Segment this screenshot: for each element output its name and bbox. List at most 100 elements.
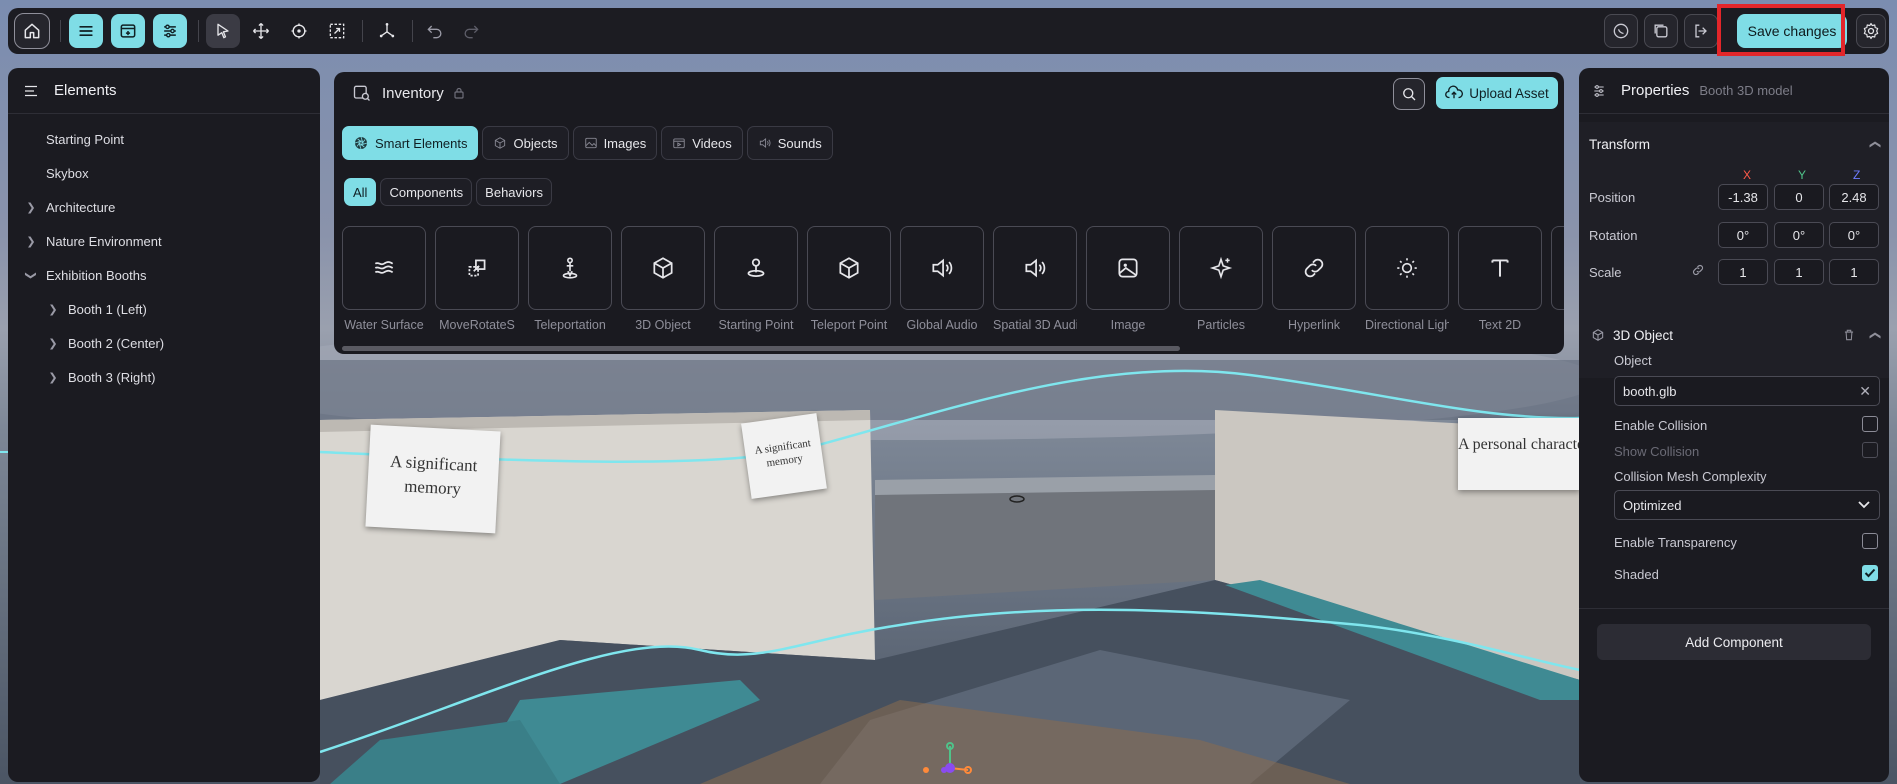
filter-behaviors[interactable]: Behaviors xyxy=(476,178,552,206)
tile-global-audio[interactable] xyxy=(900,226,984,310)
tab-smart-elements[interactable]: Smart Elements xyxy=(342,126,479,160)
redo-button[interactable] xyxy=(454,14,488,48)
save-changes-button[interactable]: Save changes xyxy=(1737,14,1847,48)
tree-item-booth-1[interactable]: ❯ Booth 1 (Left) xyxy=(8,292,320,326)
tile-water-surface[interactable] xyxy=(342,226,426,310)
tile-3d-object[interactable] xyxy=(621,226,705,310)
undo-button[interactable] xyxy=(418,14,452,48)
trash-icon[interactable] xyxy=(1842,328,1856,342)
inventory-search-button[interactable] xyxy=(1393,78,1425,110)
home-button[interactable] xyxy=(14,13,50,49)
filter-all[interactable]: All xyxy=(344,178,377,206)
tab-images[interactable]: Images xyxy=(572,126,658,160)
properties-toggle-button[interactable] xyxy=(153,14,187,48)
tile-label: Particles xyxy=(1197,318,1245,332)
select-tool-button[interactable] xyxy=(206,14,240,48)
transform-gizmo[interactable] xyxy=(920,738,980,784)
tree-item-booth-2[interactable]: ❯ Booth 2 (Center) xyxy=(8,326,320,360)
chevron-up-icon[interactable]: ❯ xyxy=(1868,139,1881,148)
tab-videos[interactable]: Videos xyxy=(661,126,743,160)
tile-label: Water Surface xyxy=(344,318,424,332)
tree-item-architecture[interactable]: ❯ Architecture xyxy=(8,190,320,224)
chevron-right-icon[interactable]: ❯ xyxy=(46,371,60,384)
tab-sounds[interactable]: Sounds xyxy=(746,126,833,160)
tree-item-exhibition-booths[interactable]: ❯ Exhibition Booths xyxy=(8,258,320,292)
scale-tool-button[interactable] xyxy=(320,14,354,48)
scale-z-input[interactable]: 1 xyxy=(1829,259,1879,285)
exit-button[interactable] xyxy=(1684,14,1718,48)
tile-label: Starting Point xyxy=(718,318,794,332)
rotation-z-input[interactable]: 0° xyxy=(1829,222,1879,248)
speaker-icon xyxy=(758,136,772,150)
rotate-tool-button[interactable] xyxy=(282,14,316,48)
inventory-toggle-button[interactable] xyxy=(111,14,145,48)
tree-item-label: Starting Point xyxy=(46,131,125,147)
tile-label: Teleportation xyxy=(534,318,606,332)
enable-transparency-label: Enable Transparency xyxy=(1614,535,1737,550)
tile-more[interactable] xyxy=(1551,226,1564,310)
chevron-down-icon[interactable]: ❯ xyxy=(25,268,38,282)
text-icon xyxy=(1491,259,1509,277)
scale-y-input[interactable]: 1 xyxy=(1774,259,1824,285)
chevron-right-icon[interactable]: ❯ xyxy=(46,303,60,316)
link-icon[interactable] xyxy=(1691,263,1705,277)
filter-components[interactable]: Components xyxy=(380,178,473,206)
position-x-input[interactable]: -1.38 xyxy=(1718,184,1768,210)
object-file-field[interactable]: booth.glb ✕ xyxy=(1614,376,1880,406)
enable-collision-checkbox[interactable] xyxy=(1862,416,1878,432)
duplicate-button[interactable] xyxy=(1644,14,1678,48)
chevron-right-icon[interactable]: ❯ xyxy=(24,235,38,248)
tile-directional-light[interactable] xyxy=(1365,226,1449,310)
add-component-button[interactable]: Add Component xyxy=(1597,624,1871,660)
shaded-checkbox[interactable] xyxy=(1862,565,1878,581)
cube-icon xyxy=(1591,328,1605,342)
tile-move-rotate[interactable] xyxy=(435,226,519,310)
add-window-icon xyxy=(120,24,136,38)
tree-item-nature-environment[interactable]: ❯ Nature Environment xyxy=(8,224,320,258)
axes-icon xyxy=(379,23,395,38)
object-section-header[interactable]: 3D Object ❯ xyxy=(1579,313,1889,357)
transform-header[interactable]: Transform ❯ xyxy=(1579,122,1889,166)
tile-text-2d[interactable] xyxy=(1458,226,1542,310)
chevron-right-icon[interactable]: ❯ xyxy=(46,337,60,350)
show-collision-label: Show Collision xyxy=(1614,444,1700,459)
toolbar-divider xyxy=(362,20,363,42)
position-z-input[interactable]: 2.48 xyxy=(1829,184,1879,210)
lock-icon[interactable] xyxy=(454,87,464,99)
tree-item-label: Skybox xyxy=(46,165,89,181)
rotation-y-input[interactable]: 0° xyxy=(1774,222,1824,248)
tile-image[interactable] xyxy=(1086,226,1170,310)
show-collision-checkbox[interactable] xyxy=(1862,442,1878,458)
chat-button[interactable] xyxy=(1604,14,1638,48)
elements-toggle-button[interactable] xyxy=(69,14,103,48)
tile-teleportation[interactable] xyxy=(528,226,612,310)
inventory-scrollbar[interactable] xyxy=(342,346,1180,351)
tile-spatial-audio[interactable] xyxy=(993,226,1077,310)
enable-transparency-checkbox[interactable] xyxy=(1862,533,1878,549)
tree-item-starting-point[interactable]: Starting Point xyxy=(8,122,320,156)
pivot-tool-button[interactable] xyxy=(370,14,404,48)
tile-starting-point[interactable] xyxy=(714,226,798,310)
tree-item-booth-3[interactable]: ❯ Booth 3 (Right) xyxy=(8,360,320,394)
rotate-icon xyxy=(291,23,307,39)
chevron-up-icon[interactable]: ❯ xyxy=(1868,330,1881,339)
properties-panel: Properties Booth 3D model Transform ❯ X … xyxy=(1579,68,1889,782)
move-rotate-icon xyxy=(468,259,486,277)
position-y-input[interactable]: 0 xyxy=(1774,184,1824,210)
tree-item-skybox[interactable]: Skybox xyxy=(8,156,320,190)
tile-label: Image xyxy=(1110,318,1146,332)
close-icon[interactable]: ✕ xyxy=(1859,383,1871,400)
move-tool-button[interactable] xyxy=(244,14,278,48)
settings-button[interactable] xyxy=(1856,14,1886,48)
chevron-right-icon[interactable]: ❯ xyxy=(24,201,38,214)
inventory-tabs: Smart Elements Objects Images Videos Sou… xyxy=(342,126,837,160)
tab-objects[interactable]: Objects xyxy=(482,126,569,160)
mesh-complexity-select[interactable]: Optimized xyxy=(1614,490,1880,520)
tile-particles[interactable] xyxy=(1179,226,1263,310)
menu-icon[interactable] xyxy=(22,82,40,100)
tile-teleport-point[interactable] xyxy=(807,226,891,310)
tile-hyperlink[interactable] xyxy=(1272,226,1356,310)
upload-asset-button[interactable]: Upload Asset xyxy=(1436,77,1558,109)
scale-x-input[interactable]: 1 xyxy=(1718,259,1768,285)
rotation-x-input[interactable]: 0° xyxy=(1718,222,1768,248)
